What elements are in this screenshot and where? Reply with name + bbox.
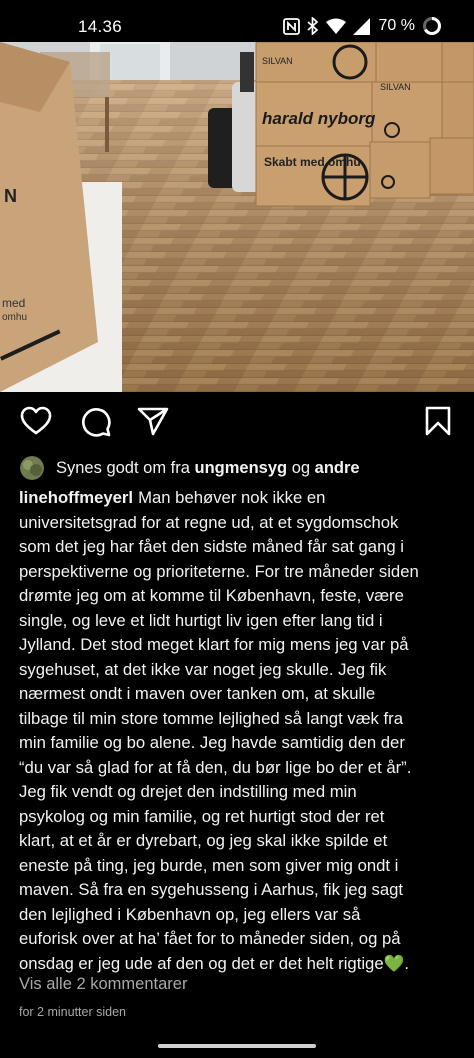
likes-summary[interactable]: Synes godt om fra ungmensyg og andre xyxy=(20,455,458,481)
post-photo[interactable]: N med omhu harald nyborg SILVAN SILVAN S… xyxy=(0,42,474,392)
caption-line: min familie og bo alene. Jeg havde samti… xyxy=(19,733,405,752)
svg-text:SILVAN: SILVAN xyxy=(380,82,411,92)
caption-line: Jeg fik vendt og drejet den indstilling … xyxy=(19,782,357,801)
caption-line: Jylland. Det stod meget klart for mig me… xyxy=(19,635,409,654)
room-photo: N med omhu harald nyborg SILVAN SILVAN S… xyxy=(0,42,474,392)
caption-line: psykolog og min familie, og ret hurtigt … xyxy=(19,806,385,826)
bookmark-icon xyxy=(425,406,451,436)
share-button[interactable] xyxy=(136,404,170,438)
comment-button[interactable] xyxy=(78,404,112,438)
caption-line: drømte jeg om at komme til København, fe… xyxy=(19,586,404,605)
svg-text:N: N xyxy=(4,186,17,206)
likes-prefix: Synes godt om fra xyxy=(56,458,195,477)
battery-percentage: 70 % xyxy=(378,17,415,34)
caption-line: “du var så glad for at få den, du bør li… xyxy=(19,757,412,777)
comment-icon xyxy=(82,408,111,437)
nfc-icon xyxy=(282,17,300,35)
post-timestamp: for 2 minutter siden xyxy=(19,1005,126,1019)
bluetooth-icon xyxy=(306,17,318,35)
svg-text:SILVAN: SILVAN xyxy=(262,56,293,66)
caption-line: klart, at et år er dyrebart, og jeg skal… xyxy=(19,831,388,850)
caption-line: perspektiverne og prioriteterne. For tre… xyxy=(19,561,419,581)
avatar[interactable] xyxy=(20,456,44,480)
status-icons: 70 % xyxy=(282,16,442,36)
caption-username[interactable]: linehoffmeyerl xyxy=(19,488,133,507)
like-button[interactable] xyxy=(19,404,53,438)
save-button[interactable] xyxy=(421,404,455,438)
caption-line: universitetsgrad for at regne ud, at et … xyxy=(19,512,399,532)
svg-text:omhu: omhu xyxy=(2,312,27,323)
liked-by-others[interactable]: andre xyxy=(315,459,360,478)
likes-middle: og xyxy=(287,458,315,477)
caption-line: euforisk over at ha’ fået for to måneder… xyxy=(19,929,401,948)
status-time: 14.36 xyxy=(78,17,123,36)
signal-icon xyxy=(352,17,370,35)
caption-line: maven. Så fra en sygehusseng i Aarhus, f… xyxy=(19,880,404,899)
caption-line: linehoffmeyerl Man behøver nok ikke en xyxy=(19,488,326,507)
svg-text:harald nyborg: harald nyborg xyxy=(262,109,376,128)
caption-line: onsdag er jeg ude af den og det er det h… xyxy=(19,953,410,973)
liked-by-user[interactable]: ungmensyg xyxy=(195,459,288,478)
heart-icon xyxy=(20,406,52,435)
caption-line: single, og leve et lidt hurtigt liv igen… xyxy=(19,610,383,630)
caption-line: den lejlighed i København op, jeg ellers… xyxy=(19,904,361,924)
view-all-comments-link[interactable]: Vis alle 2 kommentarer xyxy=(19,975,187,994)
caption-line: nærmest ondt i maven over tanken om, at … xyxy=(19,684,376,703)
battery-icon xyxy=(423,17,441,35)
caption-line: tilbage til min store tomme lejlighed så… xyxy=(19,708,403,728)
post-caption: linehoffmeyerl Man behøver nok ikke en un… xyxy=(19,486,465,976)
wifi-icon xyxy=(325,18,346,34)
svg-text:med: med xyxy=(2,296,25,310)
caption-line: eneste på ting, jeg burde, men som giver… xyxy=(19,855,399,875)
caption-line: sygehuset, at det ikke var noget jeg sku… xyxy=(19,659,387,679)
caption-line: som det jeg har fået den sidste måned få… xyxy=(19,537,404,556)
post-action-bar xyxy=(0,404,474,444)
home-indicator[interactable] xyxy=(158,1044,316,1048)
share-icon xyxy=(137,407,169,436)
